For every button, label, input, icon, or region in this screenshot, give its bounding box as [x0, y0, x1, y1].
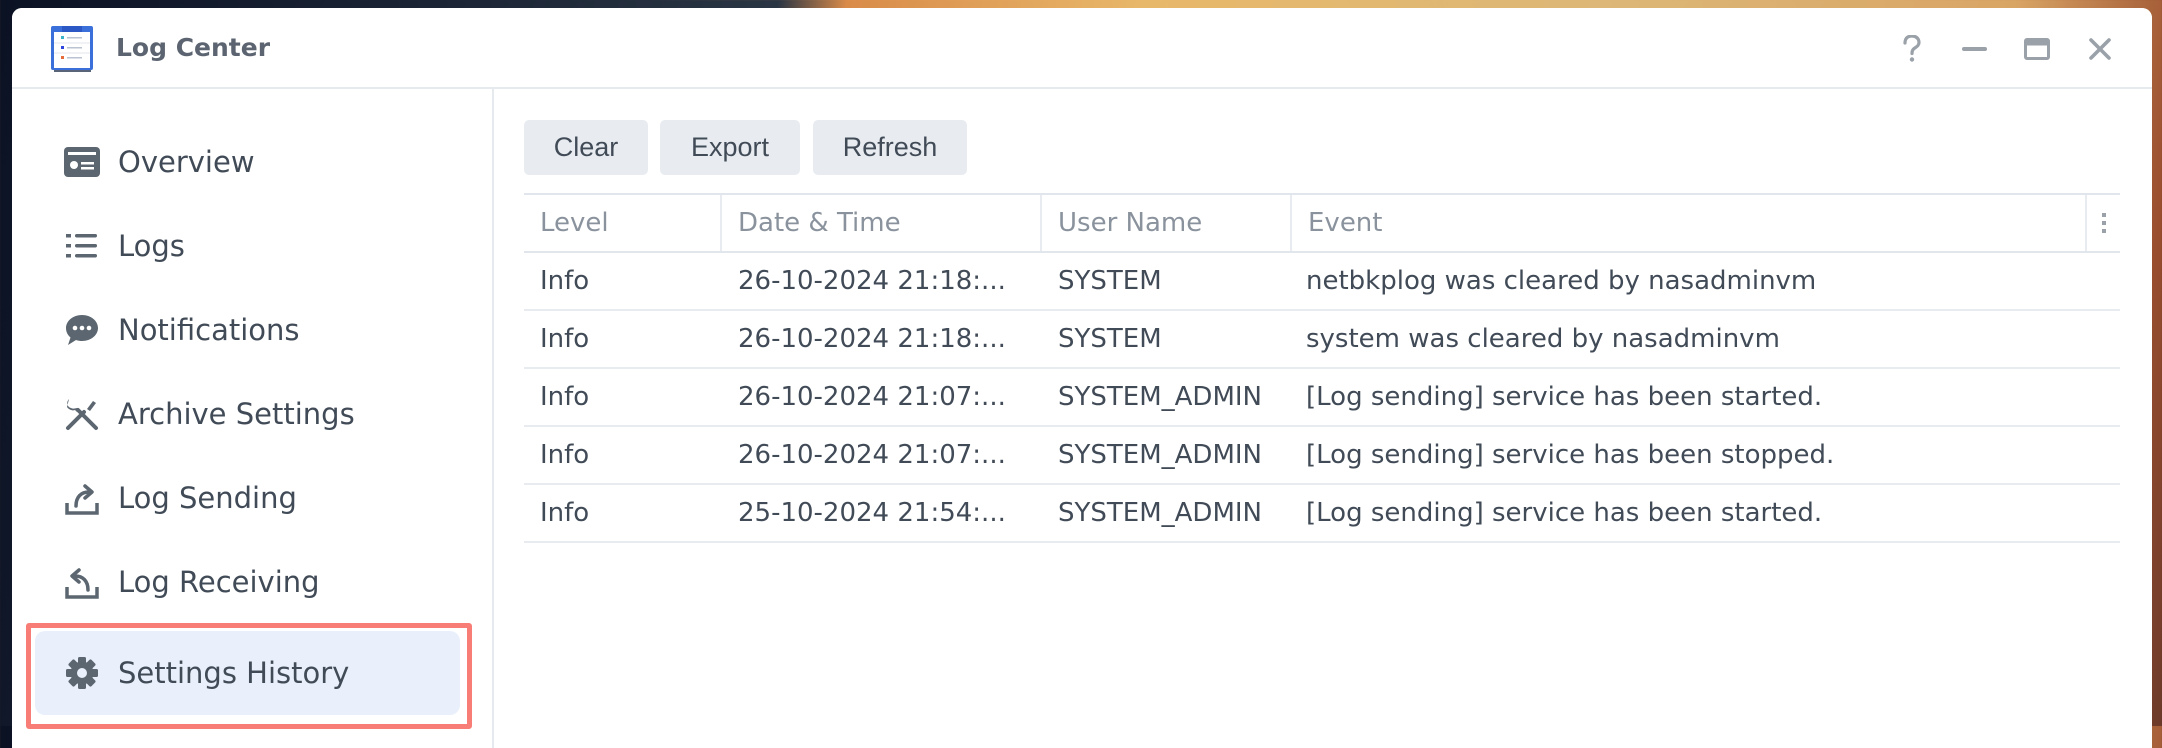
sidebar-item-label: Archive Settings	[118, 397, 355, 431]
cell-datetime: 26-10-2024 21:07:...	[738, 440, 1006, 470]
cell-datetime: 26-10-2024 21:18:...	[738, 266, 1006, 296]
close-button[interactable]	[2083, 32, 2117, 66]
help-button[interactable]	[1895, 32, 1929, 66]
sidebar-item-logs[interactable]: Logs	[35, 204, 460, 288]
cell-level: Info	[540, 266, 590, 296]
column-header-level[interactable]: Level	[524, 195, 722, 251]
sidebar-item-label: Log Sending	[118, 481, 297, 515]
sidebar-item-overview[interactable]: Overview	[35, 120, 460, 204]
refresh-button[interactable]: Refresh	[813, 120, 967, 175]
table-row[interactable]: Info 25-10-2024 21:54:... SYSTEM_ADMIN […	[524, 485, 2120, 543]
sidebar-item-notifications[interactable]: Notifications	[35, 288, 460, 372]
cell-event: netbkplog was cleared by nasadminvm	[1306, 266, 1817, 296]
sidebar-item-label: Log Receiving	[118, 565, 320, 599]
column-menu-button[interactable]	[2087, 195, 2120, 251]
title-bar: Log Center	[12, 8, 2152, 89]
kebab-menu-icon	[2101, 213, 2106, 233]
sidebar-item-label: Overview	[118, 145, 255, 179]
cell-event: system was cleared by nasadminvm	[1306, 324, 1780, 354]
settings-history-table: Level Date & Time User Name Event Info 2…	[524, 193, 2120, 543]
overview-card-icon	[64, 144, 100, 180]
minimize-icon	[1962, 47, 1987, 51]
table-row[interactable]: Info 26-10-2024 21:07:... SYSTEM_ADMIN […	[524, 369, 2120, 427]
cell-event: [Log sending] service has been stopped.	[1306, 440, 1835, 470]
sidebar-item-log-receiving[interactable]: Log Receiving	[35, 540, 460, 624]
chat-bubble-icon	[64, 312, 100, 348]
table-row[interactable]: Info 26-10-2024 21:18:... SYSTEM system …	[524, 311, 2120, 369]
cell-datetime: 25-10-2024 21:54:...	[738, 498, 1006, 528]
cell-datetime: 26-10-2024 21:18:...	[738, 324, 1006, 354]
table-body: Info 26-10-2024 21:18:... SYSTEM netbkpl…	[524, 253, 2120, 543]
table-header: Level Date & Time User Name Event	[524, 193, 2120, 253]
column-header-username[interactable]: User Name	[1042, 195, 1292, 251]
cell-event: [Log sending] service has been started.	[1306, 382, 1823, 412]
export-button[interactable]: Export	[660, 120, 800, 175]
cell-event: [Log sending] service has been started.	[1306, 498, 1823, 528]
log-center-app-icon	[51, 26, 93, 72]
column-header-datetime[interactable]: Date & Time	[722, 195, 1042, 251]
cell-level: Info	[540, 324, 590, 354]
clear-button[interactable]: Clear	[524, 120, 648, 175]
cell-username: SYSTEM	[1058, 324, 1162, 354]
main-content: Clear Export Refresh Level Date & Time U…	[494, 89, 2152, 748]
close-icon	[2089, 38, 2111, 60]
minimize-button[interactable]	[1958, 32, 1992, 66]
maximize-button[interactable]	[2020, 32, 2054, 66]
sidebar: Overview Logs Notifications Archive Sett…	[12, 89, 494, 748]
cell-level: Info	[540, 498, 590, 528]
log-center-window: Log Center Overview Logs Notifications A…	[12, 8, 2152, 748]
sidebar-item-label: Notifications	[118, 313, 300, 347]
sidebar-item-settings-history[interactable]: Settings History	[35, 631, 460, 715]
cell-username: SYSTEM_ADMIN	[1058, 382, 1262, 412]
cell-username: SYSTEM_ADMIN	[1058, 440, 1262, 470]
gear-icon	[64, 655, 100, 691]
window-title: Log Center	[116, 33, 271, 62]
sidebar-item-label: Logs	[118, 229, 185, 263]
maximize-icon	[2024, 38, 2050, 60]
sidebar-item-log-sending[interactable]: Log Sending	[35, 456, 460, 540]
sidebar-item-archive-settings[interactable]: Archive Settings	[35, 372, 460, 456]
cell-level: Info	[540, 440, 590, 470]
tools-icon	[64, 396, 100, 432]
cell-datetime: 26-10-2024 21:07:...	[738, 382, 1006, 412]
table-row[interactable]: Info 26-10-2024 21:18:... SYSTEM netbkpl…	[524, 253, 2120, 311]
cell-username: SYSTEM_ADMIN	[1058, 498, 1262, 528]
cell-username: SYSTEM	[1058, 266, 1162, 296]
receive-tray-icon	[64, 564, 100, 600]
table-row[interactable]: Info 26-10-2024 21:07:... SYSTEM_ADMIN […	[524, 427, 2120, 485]
list-icon	[64, 228, 100, 264]
cell-level: Info	[540, 382, 590, 412]
send-tray-icon	[64, 480, 100, 516]
help-icon	[1903, 35, 1921, 62]
column-header-event[interactable]: Event	[1292, 195, 2087, 251]
sidebar-item-label: Settings History	[118, 656, 350, 690]
